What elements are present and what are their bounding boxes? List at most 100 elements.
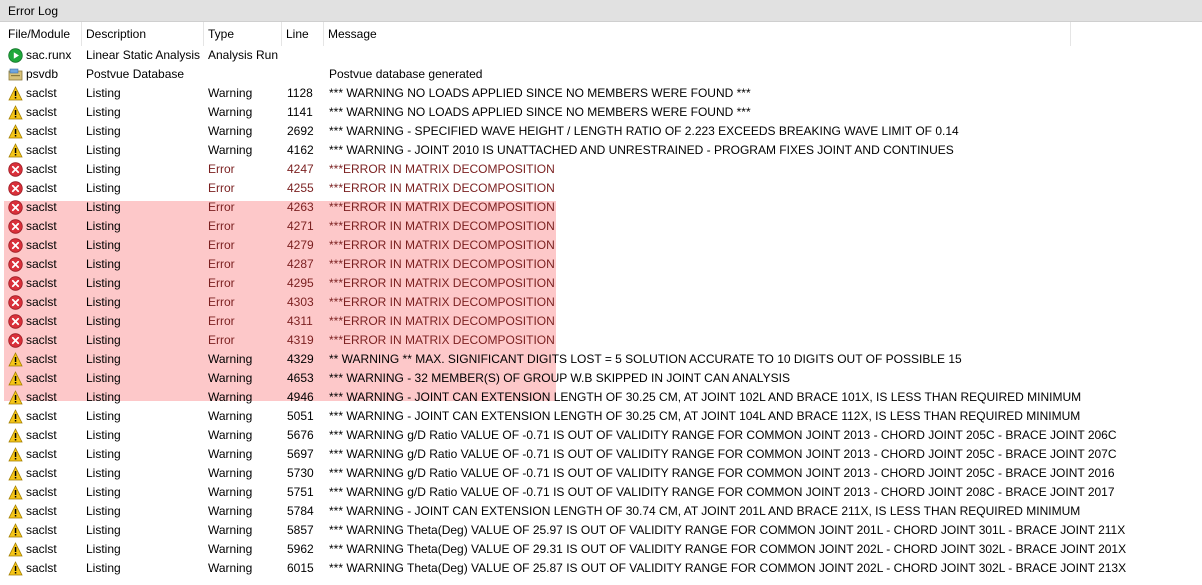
warning-icon <box>8 86 23 101</box>
file-name: psvdb <box>26 67 59 81</box>
table-row[interactable]: saclst Listing Error 4263 ***ERROR IN MATRIX… <box>0 198 1202 217</box>
cell-file: saclst <box>8 540 80 559</box>
cell-type: Warning <box>208 409 253 423</box>
error-icon <box>8 333 23 348</box>
warning-icon <box>8 409 23 424</box>
cell-message: ***ERROR IN MATRIX DECOMPOSITION <box>329 314 555 328</box>
cell-file: saclst <box>8 426 80 445</box>
cell-file: saclst <box>8 103 80 122</box>
table-row[interactable]: saclst Listing Warning 4653 *** WARNING - 32… <box>0 369 1202 388</box>
cell-message: *** WARNING Theta(Deg) VALUE OF 25.87 IS… <box>329 561 1127 575</box>
cell-line: 4295 <box>287 276 314 290</box>
table-row[interactable]: saclst Listing Error 4287 ***ERROR IN MATRIX… <box>0 255 1202 274</box>
cell-description: Listing <box>86 257 121 271</box>
cell-line: 2692 <box>287 124 314 138</box>
cell-message: *** WARNING Theta(Deg) VALUE OF 29.31 IS… <box>329 542 1127 556</box>
table-row[interactable]: saclst Listing Warning 5051 *** WARNING - JO… <box>0 407 1202 426</box>
table-row[interactable]: saclst Listing Error 4303 ***ERROR IN MATRIX… <box>0 293 1202 312</box>
table-row[interactable]: saclst Listing Error 4255 ***ERROR IN MATRIX… <box>0 179 1202 198</box>
column-header-description[interactable]: Description <box>82 22 204 46</box>
cell-message: *** WARNING - SPECIFIED WAVE HEIGHT / LE… <box>329 124 959 138</box>
table-row[interactable]: saclst Listing Error 4311 ***ERROR IN MATRIX… <box>0 312 1202 331</box>
table-row[interactable]: saclst Listing Warning 4946 *** WARNING - JO… <box>0 388 1202 407</box>
cell-description: Listing <box>86 523 121 537</box>
cell-message: *** WARNING g/D Ratio VALUE OF -0.71 IS … <box>329 428 1117 442</box>
cell-description: Listing <box>86 143 121 157</box>
file-name: saclst <box>26 447 57 461</box>
file-name: saclst <box>26 371 57 385</box>
cell-file: saclst <box>8 122 80 141</box>
cell-line: 4263 <box>287 200 314 214</box>
warning-icon <box>8 105 23 120</box>
column-header-line[interactable]: Line <box>282 22 324 46</box>
table-row[interactable]: saclst Listing Warning 5676 *** WARNING g/D … <box>0 426 1202 445</box>
file-name: saclst <box>26 561 57 575</box>
table-header: File/Module Description Type Line Messag… <box>0 22 1202 46</box>
table-row[interactable]: saclst Listing Warning 5784 *** WARNING - JO… <box>0 502 1202 521</box>
cell-file: saclst <box>8 350 80 369</box>
warning-icon <box>8 371 23 386</box>
table-row[interactable]: saclst Listing Error 4271 ***ERROR IN MATRIX… <box>0 217 1202 236</box>
table-row[interactable]: sac.runx Linear Static Analysis Analysis R… <box>0 46 1202 65</box>
warning-icon <box>8 542 23 557</box>
cell-file: saclst <box>8 559 80 578</box>
cell-line: 5857 <box>287 523 314 537</box>
table-row[interactable]: psvdb Postvue Database Postvue database ge… <box>0 65 1202 84</box>
cell-type: Warning <box>208 143 253 157</box>
cell-message: ***ERROR IN MATRIX DECOMPOSITION <box>329 181 555 195</box>
file-name: saclst <box>26 542 57 556</box>
table-row[interactable]: saclst Listing Warning 5857 *** WARNING Thet… <box>0 521 1202 540</box>
cell-file: saclst <box>8 464 80 483</box>
cell-message: ** WARNING ** MAX. SIGNIFICANT DIGITS LO… <box>329 352 962 366</box>
file-name: saclst <box>26 428 57 442</box>
cell-message: Postvue database generated <box>329 67 483 81</box>
table-row[interactable]: saclst Listing Warning 5962 *** WARNING Thet… <box>0 540 1202 559</box>
error-icon <box>8 257 23 272</box>
error-icon <box>8 162 23 177</box>
cell-message: ***ERROR IN MATRIX DECOMPOSITION <box>329 200 555 214</box>
table-row[interactable]: saclst Listing Warning 1141 *** WARNING NO L… <box>0 103 1202 122</box>
cell-description: Postvue Database <box>86 67 185 81</box>
cell-line: 4653 <box>287 371 314 385</box>
table-row[interactable]: saclst Listing Error 4279 ***ERROR IN MATRIX… <box>0 236 1202 255</box>
file-name: saclst <box>26 181 57 195</box>
cell-line: 4319 <box>287 333 314 347</box>
table-row[interactable]: saclst Listing Error 4247 ***ERROR IN MATRIX… <box>0 160 1202 179</box>
cell-message: *** WARNING NO LOADS APPLIED SINCE NO ME… <box>329 86 751 100</box>
file-name: saclst <box>26 143 57 157</box>
file-name: saclst <box>26 200 57 214</box>
cell-message: ***ERROR IN MATRIX DECOMPOSITION <box>329 333 555 347</box>
file-name: saclst <box>26 466 57 480</box>
cell-line: 4946 <box>287 390 314 404</box>
table-row[interactable]: saclst Listing Warning 4329 ** WARNING ** MA… <box>0 350 1202 369</box>
warning-icon <box>8 428 23 443</box>
cell-type: Warning <box>208 124 253 138</box>
column-header-type[interactable]: Type <box>204 22 282 46</box>
table-row[interactable]: saclst Listing Warning 4162 *** WARNING - JO… <box>0 141 1202 160</box>
table-row[interactable]: saclst Listing Warning 6015 *** WARNING Thet… <box>0 559 1202 578</box>
cell-message: *** WARNING - 32 MEMBER(S) OF GROUP W.B … <box>329 371 790 385</box>
cell-type: Warning <box>208 504 253 518</box>
error-icon <box>8 238 23 253</box>
cell-type: Warning <box>208 352 253 366</box>
table-row[interactable]: saclst Listing Warning 1128 *** WARNING NO L… <box>0 84 1202 103</box>
cell-line: 5676 <box>287 428 314 442</box>
table-row[interactable]: saclst Listing Warning 5697 *** WARNING g/D … <box>0 445 1202 464</box>
column-header-file[interactable]: File/Module <box>4 22 82 46</box>
table-row[interactable]: saclst Listing Warning 5730 *** WARNING g/D … <box>0 464 1202 483</box>
cell-description: Listing <box>86 352 121 366</box>
table-row[interactable]: saclst Listing Error 4319 ***ERROR IN MATRIX… <box>0 331 1202 350</box>
cell-file: saclst <box>8 502 80 521</box>
table-row[interactable]: saclst Listing Warning 2692 *** WARNING - SP… <box>0 122 1202 141</box>
file-name: saclst <box>26 124 57 138</box>
file-name: saclst <box>26 86 57 100</box>
cell-file: saclst <box>8 141 80 160</box>
error-icon <box>8 200 23 215</box>
database-icon <box>8 67 23 82</box>
warning-icon <box>8 124 23 139</box>
cell-line: 5730 <box>287 466 314 480</box>
table-row[interactable]: saclst Listing Error 4295 ***ERROR IN MATRIX… <box>0 274 1202 293</box>
cell-line: 4271 <box>287 219 314 233</box>
table-row[interactable]: saclst Listing Warning 5751 *** WARNING g/D … <box>0 483 1202 502</box>
column-header-message[interactable]: Message <box>324 22 1071 46</box>
